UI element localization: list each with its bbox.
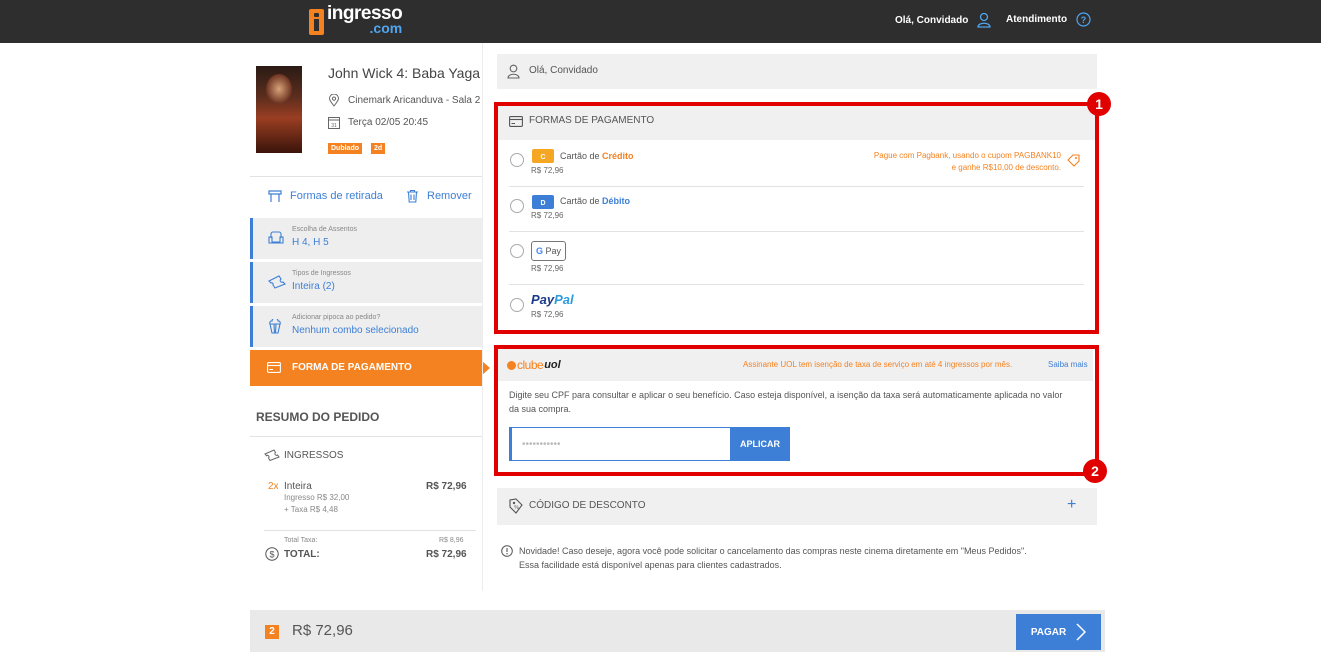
svg-text:%: %: [514, 505, 519, 511]
cinema-info: Cinemark Aricanduva - Sala 2: [328, 94, 480, 107]
discount-label: CÓDIGO DE DESCONTO: [529, 500, 646, 511]
ticket-icon: [268, 275, 286, 289]
popcorn-icon: [269, 319, 281, 334]
column-divider: [482, 43, 483, 591]
step-ticket-types[interactable]: Tipos de Ingressos Inteira (2): [250, 262, 482, 303]
help-icon: ?: [1076, 12, 1091, 27]
annotation-badge-1: 1: [1087, 92, 1111, 116]
seat-icon: [268, 231, 284, 244]
step-seats[interactable]: Escolha de Assentos H 4, H 5: [250, 218, 482, 259]
ticket-count-badge: 2: [265, 625, 279, 639]
discount-tag-icon: %: [509, 498, 523, 514]
step-popcorn-value: Nenhum combo selecionado: [292, 325, 419, 336]
dollar-icon: $: [265, 547, 279, 561]
user-icon: [507, 64, 520, 79]
ticket-stand-icon: [268, 190, 282, 202]
step-payment-active[interactable]: FORMA DE PAGAMENTO: [250, 350, 490, 386]
step-popcorn[interactable]: Adicionar pipoca ao pedido? Nenhum combo…: [250, 306, 482, 347]
pay-button[interactable]: PAGAR: [1016, 614, 1101, 650]
tag-2d: 2d: [371, 143, 386, 154]
total-taxa-label: Total Taxa:: [284, 537, 318, 544]
movie-title: John Wick 4: Baba Yaga: [328, 65, 481, 81]
svg-text:$: $: [269, 550, 274, 560]
info-icon: [501, 545, 513, 557]
annotation-box-2: [494, 345, 1099, 476]
logo-text-top: ingresso: [327, 3, 403, 24]
pay-label: PAGAR: [1030, 626, 1067, 638]
ticket-type: Inteira: [284, 481, 312, 492]
logo-icon: [309, 9, 324, 35]
divider: [250, 176, 482, 177]
step-arrow: [482, 361, 490, 375]
user-greeting-bar: Olá, Convidado: [497, 54, 1097, 89]
divider: [264, 530, 476, 531]
session-info: 31 Terça 02/05 20:45: [328, 116, 428, 129]
total-value: R$ 72,96: [426, 549, 467, 560]
divider: [250, 436, 482, 437]
cinema-name: Cinemark Aricanduva - Sala 2: [348, 95, 481, 106]
remove-link[interactable]: Remover: [406, 189, 472, 203]
discount-code-section[interactable]: % CÓDIGO DE DESCONTO +: [497, 488, 1097, 525]
user-icon: [977, 12, 991, 28]
user-menu[interactable]: Olá, Convidado: [895, 12, 991, 28]
ticket-quantity: 2x: [268, 481, 279, 492]
total-taxa-value: R$ 8,96: [439, 537, 464, 544]
chevron-right-icon: [1076, 623, 1087, 641]
pickup-label: Formas de retirada: [290, 190, 383, 202]
top-bar: ingresso .com Olá, Convidado Atendimento…: [0, 0, 1321, 43]
ticket-subtotal: R$ 72,96: [426, 481, 467, 492]
credit-card-icon: [267, 362, 281, 373]
notice-line-2: Essa facilidade está disponível apenas p…: [519, 560, 782, 570]
location-pin-icon: [328, 94, 340, 107]
step-seats-value: H 4, H 5: [292, 237, 329, 248]
trash-icon: [407, 189, 418, 203]
cancellation-notice: Novidade! Caso deseje, agora você pode s…: [501, 544, 1027, 572]
movie-poster: [256, 66, 302, 153]
svg-text:31: 31: [331, 123, 337, 129]
tag-dublado: Dublado: [328, 143, 362, 154]
user-greeting: Olá, Convidado: [895, 14, 969, 26]
step-payment-label: FORMA DE PAGAMENTO: [292, 362, 412, 373]
step-popcorn-label: Adicionar pipoca ao pedido?: [292, 314, 381, 321]
session-datetime: Terça 02/05 20:45: [348, 117, 429, 128]
checkout-footer: 2 R$ 72,96: [250, 610, 1105, 652]
pickup-options-link[interactable]: Formas de retirada: [268, 189, 383, 203]
remove-label: Remover: [427, 190, 472, 202]
total-label: TOTAL:: [284, 549, 320, 560]
support-link[interactable]: Atendimento ?: [1006, 12, 1091, 27]
ticket-icon: [264, 449, 280, 461]
svg-text:?: ?: [1081, 15, 1087, 25]
notice-line-1: Novidade! Caso deseje, agora você pode s…: [519, 546, 1027, 556]
support-label: Atendimento: [1006, 14, 1068, 25]
expand-plus-icon[interactable]: +: [1067, 496, 1076, 514]
summary-title: RESUMO DO PEDIDO: [256, 410, 380, 424]
ingresso-price: Ingresso R$ 32,00: [284, 493, 350, 502]
ingresso-logo[interactable]: ingresso .com: [309, 3, 403, 37]
annotation-badge-2: 2: [1083, 459, 1107, 483]
summary-section-label: INGRESSOS: [284, 450, 344, 461]
calendar-icon: 31: [328, 117, 340, 129]
step-ticket-label: Tipos de Ingressos: [292, 270, 351, 277]
taxa-price: + Taxa R$ 4,48: [284, 505, 338, 514]
greeting-text: Olá, Convidado: [529, 65, 598, 76]
footer-total: R$ 72,96: [292, 622, 353, 639]
annotation-box-1: [494, 102, 1099, 334]
step-seats-label: Escolha de Assentos: [292, 226, 357, 233]
step-ticket-value: Inteira (2): [292, 281, 335, 292]
